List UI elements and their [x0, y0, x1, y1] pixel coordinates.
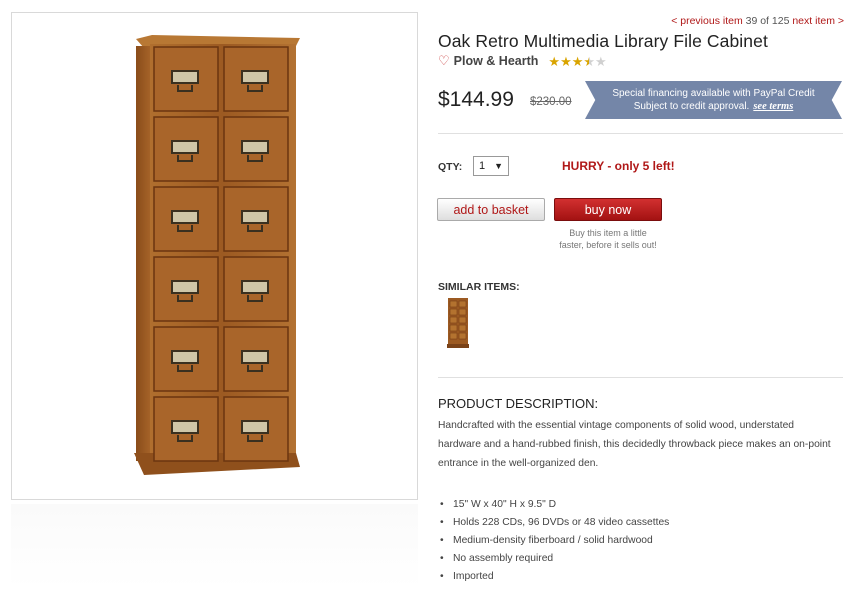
star-icon: ★: [583, 53, 596, 69]
heart-icon[interactable]: ♡: [438, 53, 450, 69]
brand-row: ♡ Plow & Hearth ★ ★ ★ ★ ★: [438, 53, 607, 69]
description-text: Handcrafted with the essential vintage c…: [438, 420, 831, 469]
paypal-credit-banner: Special financing available with PayPal …: [585, 81, 842, 119]
financing-line2-row: Subject to credit approval. see terms: [585, 100, 842, 113]
drawer-label-holder: [171, 140, 199, 154]
brand-name[interactable]: Plow & Hearth: [454, 54, 539, 68]
drawer-label-holder: [171, 350, 199, 364]
drawer-label-holder: [241, 420, 269, 434]
description-heading: PRODUCT DESCRIPTION:: [438, 396, 599, 411]
rating-stars[interactable]: ★ ★ ★ ★ ★: [548, 55, 606, 68]
feature-item: Holds 228 CDs, 96 DVDs or 48 video casse…: [438, 514, 669, 532]
star-icon: ★: [595, 53, 607, 69]
star-icon: ★: [571, 53, 584, 69]
item-position: 39 of 125: [745, 15, 790, 27]
item-navigation: < previous item 39 of 125 next item >: [671, 15, 844, 27]
star-icon: ★: [560, 53, 572, 69]
qty-value: 1: [479, 160, 486, 172]
drawer-label-holder: [171, 420, 199, 434]
drawer-label-holder: [241, 280, 269, 294]
star-icon: ★: [548, 53, 561, 69]
product-image[interactable]: [12, 13, 419, 501]
image-shadow: [11, 504, 418, 589]
buy-now-button[interactable]: buy now: [554, 198, 662, 221]
see-terms-link[interactable]: see terms: [753, 101, 793, 112]
drawer-label-holder: [241, 350, 269, 364]
feature-item: Medium-density fiberboard / solid hardwo…: [438, 532, 669, 550]
divider: [438, 377, 843, 378]
drawer-label-holder: [171, 210, 199, 224]
financing-line1: Special financing available with PayPal …: [612, 88, 815, 99]
feature-item: Imported: [438, 568, 669, 586]
drawer-label-holder: [241, 70, 269, 84]
feature-list: 15" W x 40" H x 9.5" D Holds 228 CDs, 96…: [438, 496, 669, 586]
price: $144.99: [438, 88, 514, 111]
feature-item: No assembly required: [438, 550, 669, 568]
similar-item-thumbnail[interactable]: [447, 297, 469, 349]
similar-items-label: SIMILAR ITEMS:: [438, 281, 520, 293]
drawer-label-holder: [171, 70, 199, 84]
dropdown-arrow-icon: ▼: [494, 161, 503, 171]
divider: [438, 133, 843, 134]
product-image-frame[interactable]: [11, 12, 418, 500]
stock-warning: HURRY - only 5 left!: [562, 159, 675, 173]
old-price: $230.00: [530, 96, 572, 108]
buy-now-note: Buy this item a little faster, before it…: [559, 228, 657, 250]
previous-item-link[interactable]: < previous item: [671, 15, 743, 27]
next-item-link[interactable]: next item >: [792, 15, 844, 27]
financing-line2: Subject to credit approval.: [633, 101, 750, 112]
qty-label: QTY:: [438, 161, 463, 173]
add-to-basket-button[interactable]: add to basket: [437, 198, 545, 221]
drawer-label-holder: [241, 210, 269, 224]
drawer-label-holder: [241, 140, 269, 154]
drawer-label-holder: [171, 280, 199, 294]
product-title: Oak Retro Multimedia Library File Cabine…: [438, 31, 768, 51]
qty-select[interactable]: 1 ▼: [473, 156, 509, 176]
feature-item: 15" W x 40" H x 9.5" D: [438, 496, 669, 514]
